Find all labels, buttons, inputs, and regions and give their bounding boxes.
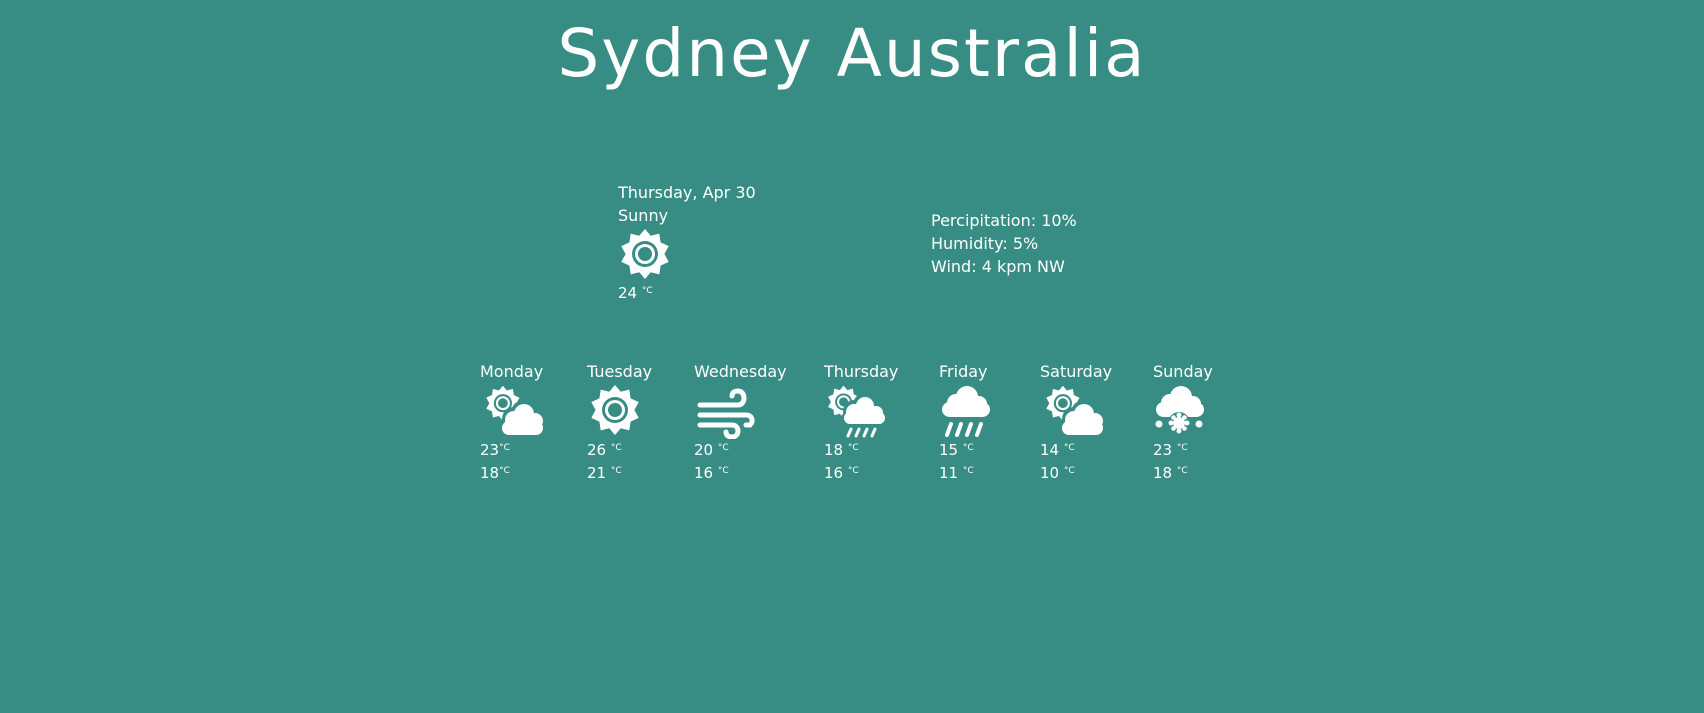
day-name: Friday [939, 362, 988, 381]
temp-unit: °C [847, 466, 859, 476]
forecast-day-thursday: Thursday 18 °C 16 °C [824, 362, 934, 485]
high-temp-value: 23 [480, 441, 500, 459]
partly-cloudy-icon [480, 383, 546, 439]
day-name: Thursday [824, 362, 899, 381]
current-temp: 24 °C [618, 283, 818, 303]
temp-unit: °C [717, 466, 729, 476]
low-temp-value: 10 [1040, 464, 1060, 482]
temp-unit: °C [847, 443, 859, 453]
temp-unit: °C [1063, 443, 1075, 453]
city-title: Sydney Australia [557, 15, 1147, 92]
sun-icon [591, 385, 639, 435]
high-temp: 18 °C [824, 439, 934, 462]
sun-cloud-rain-icon [824, 383, 890, 439]
low-temp-value: 11 [939, 464, 959, 482]
forecast-day-sunday: Sunday 23 °C 18 °C [1153, 362, 1263, 485]
snow-icon [1153, 383, 1219, 439]
high-temp-value: 14 [1040, 441, 1060, 459]
high-temp: 20 °C [694, 439, 804, 462]
high-temp-value: 26 [587, 441, 607, 459]
current-temp-value: 24 [618, 284, 638, 302]
high-temp: 14 °C [1040, 439, 1150, 462]
partly-cloudy-icon [1040, 383, 1106, 439]
low-temp: 11 °C [939, 462, 1049, 485]
temp-unit: °C [499, 443, 510, 453]
precipitation-text: Percipitation: 10% [931, 211, 1077, 230]
high-temp-value: 15 [939, 441, 959, 459]
day-name: Tuesday [587, 362, 653, 381]
low-temp: 16 °C [694, 462, 804, 485]
day-name: Monday [480, 362, 544, 381]
high-temp: 26 °C [587, 439, 697, 462]
low-temp-value: 16 [694, 464, 714, 482]
high-temp-value: 20 [694, 441, 714, 459]
rain-icon [939, 383, 1005, 439]
high-temp: 23 °C [1153, 439, 1263, 462]
low-temp: 18°C [480, 462, 590, 485]
forecast-day-monday: Monday 23°C 18°C [480, 362, 590, 485]
high-temp: 23°C [480, 439, 590, 462]
temp-unit: °C [962, 466, 974, 476]
high-temp-value: 23 [1153, 441, 1173, 459]
low-temp-value: 16 [824, 464, 844, 482]
high-temp-value: 18 [824, 441, 844, 459]
low-temp: 10 °C [1040, 462, 1150, 485]
temp-unit: °C [717, 443, 729, 453]
weather-details: Percipitation: 10% Humidity: 5% Wind: 4 … [931, 209, 1171, 278]
sun-icon [618, 228, 672, 282]
temp-unit: °C [499, 466, 510, 476]
day-name: Sunday [1153, 362, 1213, 381]
low-temp: 21 °C [587, 462, 697, 485]
forecast-day-wednesday: Wednesday 20 °C 16 °C [694, 362, 804, 485]
temp-unit: °C [1176, 466, 1188, 476]
low-temp: 18 °C [1153, 462, 1263, 485]
forecast-day-tuesday: Tuesday 26 °C 21 °C [587, 362, 697, 485]
temp-unit: °C [610, 466, 622, 476]
forecast-day-friday: Friday 15 °C 11 °C [939, 362, 1049, 485]
temp-unit: °C [1063, 466, 1075, 476]
low-temp: 16 °C [824, 462, 934, 485]
day-name: Wednesday [694, 362, 787, 381]
low-temp-value: 21 [587, 464, 607, 482]
current-weather: Thursday, Apr 30 Sunny 24 °C [618, 181, 818, 303]
low-temp-value: 18 [1153, 464, 1173, 482]
high-temp: 15 °C [939, 439, 1049, 462]
temp-unit: °C [1176, 443, 1188, 453]
temp-unit: °C [641, 286, 653, 296]
wind-text: Wind: 4 kpm NW [931, 257, 1065, 276]
day-name: Saturday [1040, 362, 1113, 381]
current-condition: Sunny [618, 206, 669, 225]
temp-unit: °C [962, 443, 974, 453]
low-temp-value: 18 [480, 464, 500, 482]
humidity-text: Humidity: 5% [931, 234, 1039, 253]
current-date: Thursday, Apr 30 [618, 183, 756, 202]
forecast-day-saturday: Saturday 14 °C 10 °C [1040, 362, 1150, 485]
temp-unit: °C [610, 443, 622, 453]
wind-icon [694, 383, 760, 439]
